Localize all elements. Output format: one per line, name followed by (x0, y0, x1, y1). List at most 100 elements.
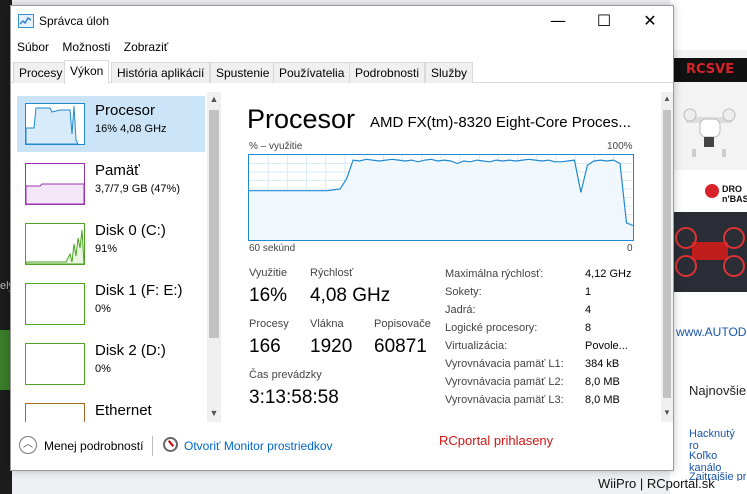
memory-thumbnail (25, 163, 85, 205)
handles-value: 60871 (374, 336, 427, 357)
time-span-label: 60 sekúnd (249, 243, 296, 254)
processes-value: 166 (249, 336, 281, 357)
tab-details[interactable]: Podrobnosti (349, 62, 426, 83)
info-value: Povole... (585, 340, 628, 352)
resource-monitor-icon[interactable] (163, 437, 178, 452)
chevron-up-icon[interactable]: ︿ (19, 436, 37, 454)
processes-label: Procesy (249, 318, 289, 330)
info-label: Logické procesory: (445, 322, 538, 334)
info-label: Sokety: (445, 286, 482, 298)
sidebar-item-name: Disk 2 (D:) (95, 342, 166, 359)
scroll-down-icon[interactable]: ▼ (661, 408, 673, 417)
sidebar-item-value: 3,7/7,9 GB (47%) (95, 183, 180, 195)
sidebar-item-cpu[interactable]: Procesor 16% 4,08 GHz (17, 96, 205, 152)
resource-sidebar: Procesor 16% 4,08 GHz Pamäť 3,7/7,9 GB (… (11, 92, 221, 422)
sidebar-item-ethernet[interactable]: Ethernet (17, 396, 205, 422)
page-title: Procesor (247, 104, 356, 134)
scroll-down-icon[interactable]: ▼ (207, 408, 221, 418)
graph-zero-label: 0 (627, 243, 633, 254)
disk1-thumbnail (25, 283, 85, 325)
menu-file[interactable]: Súbor (13, 38, 53, 56)
utilization-value: 16% (249, 285, 288, 306)
info-label: Maximálna rýchlosť: (445, 268, 544, 280)
scroll-up-icon[interactable]: ▲ (207, 94, 221, 104)
sidebar-item-memory[interactable]: Pamäť 3,7/7,9 GB (47%) (17, 156, 205, 212)
cpu-thumbnail (25, 103, 85, 145)
sidebar-item-value: 16% 4,08 GHz (95, 123, 167, 135)
sidebar-scrollbar[interactable]: ▲ ▼ (207, 92, 221, 422)
footer-bar: ︿ Menej podrobností Otvoriť Monitor pros… (11, 431, 673, 469)
info-value: 8,0 MB (585, 394, 620, 406)
tab-services[interactable]: Služby (425, 62, 474, 83)
cpu-detail-panel: Procesor AMD FX(tm)-8320 Eight-Core Proc… (229, 92, 659, 422)
open-resource-monitor-link[interactable]: Otvoriť Monitor prostriedkov (184, 439, 333, 453)
menu-options[interactable]: Možnosti (58, 38, 114, 56)
ethernet-thumbnail (25, 403, 85, 422)
info-value: 1 (585, 286, 592, 298)
info-value: 4 (585, 304, 592, 316)
racing-drone-image (675, 227, 745, 277)
main-scroll-thumb[interactable] (663, 110, 671, 398)
background-ad-drone[interactable]: RCSVE (672, 50, 747, 170)
graph-label-right: 100% (607, 141, 633, 152)
sidebar-item-name: Pamäť (95, 162, 140, 179)
tab-startup[interactable]: Spustenie (210, 62, 276, 83)
sidebar-item-name: Ethernet (95, 402, 152, 419)
maximize-button[interactable]: ☐ (581, 6, 627, 36)
fewer-details-button[interactable]: Menej podrobností (44, 439, 143, 453)
main-scrollbar[interactable]: ▲ ▼ (661, 92, 673, 422)
background-heading: Najnovšie (689, 383, 747, 398)
tab-app-history[interactable]: História aplikácií (111, 62, 211, 83)
sidebar-item-name: Disk 1 (F: E:) (95, 282, 183, 299)
sidebar-item-value: 0% (95, 303, 111, 315)
tab-users[interactable]: Používatelia (273, 62, 351, 83)
ad-brand-banner: RCSVE (672, 58, 747, 82)
threads-value: 1920 (310, 336, 353, 357)
speed-label: Rýchlosť (310, 267, 354, 279)
threads-label: Vlákna (310, 318, 344, 330)
sidebar-item-value: 0% (95, 363, 111, 375)
ad-logo-icon (705, 184, 719, 198)
menu-view[interactable]: Zobraziť (120, 38, 173, 56)
window-title: Správca úloh (39, 14, 110, 28)
handles-label: Popisovače (374, 318, 431, 330)
tab-performance[interactable]: Výkon (64, 60, 110, 84)
task-manager-window: Správca úloh — ☐ ✕ Súbor Možnosti Zobraz… (10, 5, 674, 471)
sidebar-item-disk0[interactable]: Disk 0 (C:) 91% (17, 216, 205, 272)
sidebar-item-name: Procesor (95, 102, 156, 119)
tab-bar: Procesy Výkon História aplikácií Spusten… (11, 60, 673, 84)
background-ad-drone-bash[interactable]: DRO n'BAS (672, 176, 747, 316)
uptime-value: 3:13:58:58 (249, 387, 339, 408)
drone-image (683, 108, 736, 157)
cpu-usage-graph (248, 154, 634, 241)
footer-divider (152, 436, 153, 456)
sidebar-item-disk2[interactable]: Disk 2 (D:) 0% (17, 336, 205, 392)
close-button[interactable]: ✕ (627, 6, 673, 36)
utilization-label: Využitie (249, 267, 288, 279)
minimize-button[interactable]: — (535, 6, 581, 36)
sidebar-item-value: 91% (95, 243, 118, 255)
background-item[interactable]: Hacknutý ro (689, 428, 747, 452)
title-bar[interactable]: Správca úloh — ☐ ✕ (11, 6, 673, 36)
sidebar-scroll-thumb[interactable] (209, 110, 219, 338)
tab-processes[interactable]: Procesy (13, 62, 69, 83)
info-label: Jadrá: (445, 304, 476, 316)
ad-image (672, 212, 747, 292)
info-label: Virtualizácia: (445, 340, 508, 352)
sidebar-item-name: Disk 0 (C:) (95, 222, 166, 239)
background-credit: WiiPro | RCportal.sk (598, 476, 715, 491)
overlay-note: RCportal prihlaseny (439, 433, 554, 448)
sidebar-item-disk1[interactable]: Disk 1 (F: E:) 0% (17, 276, 205, 332)
cpu-usage-chart (249, 155, 634, 240)
background-link[interactable]: www.AUTODI (676, 325, 747, 339)
menu-bar: Súbor Možnosti Zobraziť (11, 38, 172, 58)
uptime-label: Čas prevádzky (249, 369, 322, 381)
scroll-up-icon[interactable]: ▲ (661, 94, 673, 103)
disk2-thumbnail (25, 343, 85, 385)
info-label: Vyrovnávacia pamäť L1: (445, 358, 564, 370)
info-value: 384 kB (585, 358, 620, 370)
ad-label: DRO n'BAS (722, 184, 747, 204)
info-value: 4,12 GHz (585, 268, 632, 280)
info-label: Vyrovnávacia pamäť L3: (445, 394, 564, 406)
info-value: 8 (585, 322, 592, 334)
